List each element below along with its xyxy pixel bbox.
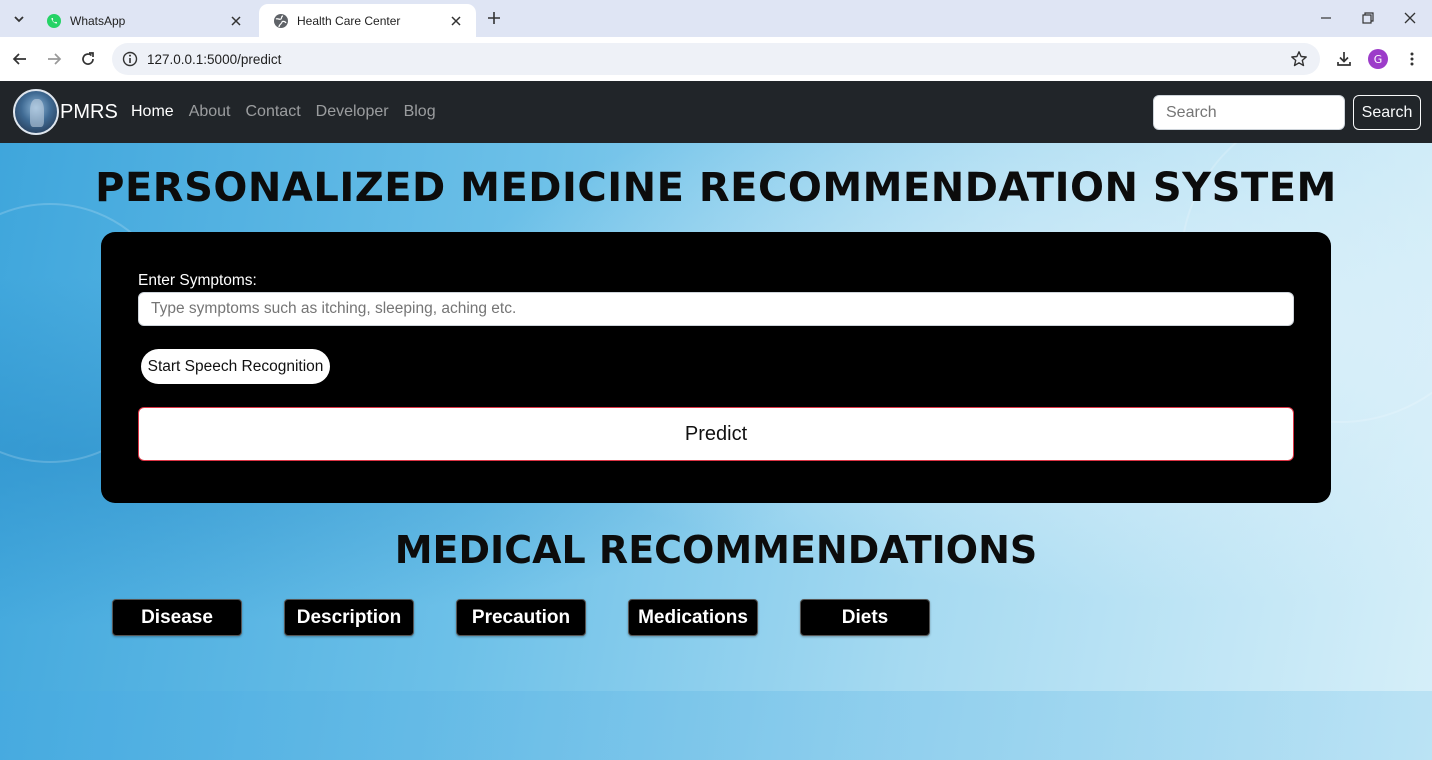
browser-tabstrip: WhatsApp Health Care Center	[0, 0, 1432, 37]
start-speech-recognition-button[interactable]: Start Speech Recognition	[141, 349, 330, 384]
forward-button[interactable]	[40, 45, 68, 73]
tab-search-button[interactable]	[6, 6, 32, 32]
nav-link-developer[interactable]: Developer	[316, 103, 389, 121]
description-button[interactable]: Description	[284, 599, 414, 636]
whatsapp-icon	[47, 13, 61, 28]
predict-button[interactable]: Predict	[138, 407, 1294, 461]
close-tab-icon[interactable]	[448, 13, 464, 29]
nav-link-blog[interactable]: Blog	[404, 103, 436, 121]
diets-button[interactable]: Diets	[800, 599, 930, 636]
bookmark-star-icon[interactable]	[1290, 50, 1308, 73]
downloads-button[interactable]	[1330, 45, 1358, 73]
more-vertical-icon	[1410, 52, 1414, 66]
nav-link-home[interactable]: Home	[131, 103, 174, 121]
symptoms-label: Enter Symptoms:	[138, 272, 257, 289]
tab-title: Health Care Center	[297, 13, 401, 28]
page-title: PERSONALIZED MEDICINE RECOMMENDATION SYS…	[95, 165, 1337, 211]
back-button[interactable]	[6, 45, 34, 73]
precaution-button[interactable]: Precaution	[456, 599, 586, 636]
url-text: 127.0.0.1:5000/predict	[147, 51, 282, 67]
minimize-icon	[1321, 17, 1331, 19]
site-info-icon[interactable]	[114, 51, 146, 67]
new-tab-button[interactable]	[482, 6, 506, 30]
symptoms-input[interactable]	[138, 292, 1294, 326]
address-bar[interactable]: 127.0.0.1:5000/predict	[112, 43, 1320, 75]
close-window-button[interactable]	[1390, 4, 1430, 32]
nav-links: Home About Contact Developer Blog	[131, 103, 451, 121]
browser-toolbar: 127.0.0.1:5000/predict G	[0, 37, 1432, 81]
plus-icon	[488, 12, 500, 24]
restore-window-button[interactable]	[1348, 4, 1388, 32]
tab-whatsapp[interactable]: WhatsApp	[32, 4, 256, 37]
reload-icon	[82, 52, 94, 65]
symptom-form: Enter Symptoms: Start Speech Recognition…	[101, 232, 1331, 503]
reload-button[interactable]	[74, 45, 102, 73]
disease-button[interactable]: Disease	[112, 599, 242, 636]
globe-icon	[274, 13, 288, 28]
tab-title: WhatsApp	[70, 13, 126, 28]
profile-button[interactable]: G	[1364, 45, 1392, 73]
arrow-left-icon	[12, 53, 26, 65]
medications-button[interactable]: Medications	[628, 599, 758, 636]
brand-name[interactable]: PMRS	[60, 101, 118, 124]
search-input[interactable]	[1153, 95, 1345, 130]
chevron-down-icon	[14, 16, 24, 23]
restore-icon	[1362, 12, 1374, 24]
browser-menu-button[interactable]	[1398, 45, 1426, 73]
minimize-window-button[interactable]	[1306, 4, 1346, 32]
site-logo[interactable]	[13, 89, 59, 135]
site-navbar: PMRS Home About Contact Developer Blog S…	[0, 81, 1432, 143]
page-content: PERSONALIZED MEDICINE RECOMMENDATION SYS…	[0, 143, 1432, 760]
arrow-right-icon	[48, 53, 62, 65]
close-icon	[1404, 12, 1416, 24]
search-button[interactable]: Search	[1353, 95, 1421, 130]
download-icon	[1337, 52, 1351, 66]
nav-link-about[interactable]: About	[189, 103, 231, 121]
tab-health-care-center[interactable]: Health Care Center	[259, 4, 476, 37]
nav-link-contact[interactable]: Contact	[246, 103, 301, 121]
avatar: G	[1368, 49, 1388, 69]
background-band	[0, 691, 1432, 760]
close-tab-icon[interactable]	[228, 13, 244, 29]
recommendations-title: MEDICAL RECOMMENDATIONS	[394, 528, 1038, 572]
